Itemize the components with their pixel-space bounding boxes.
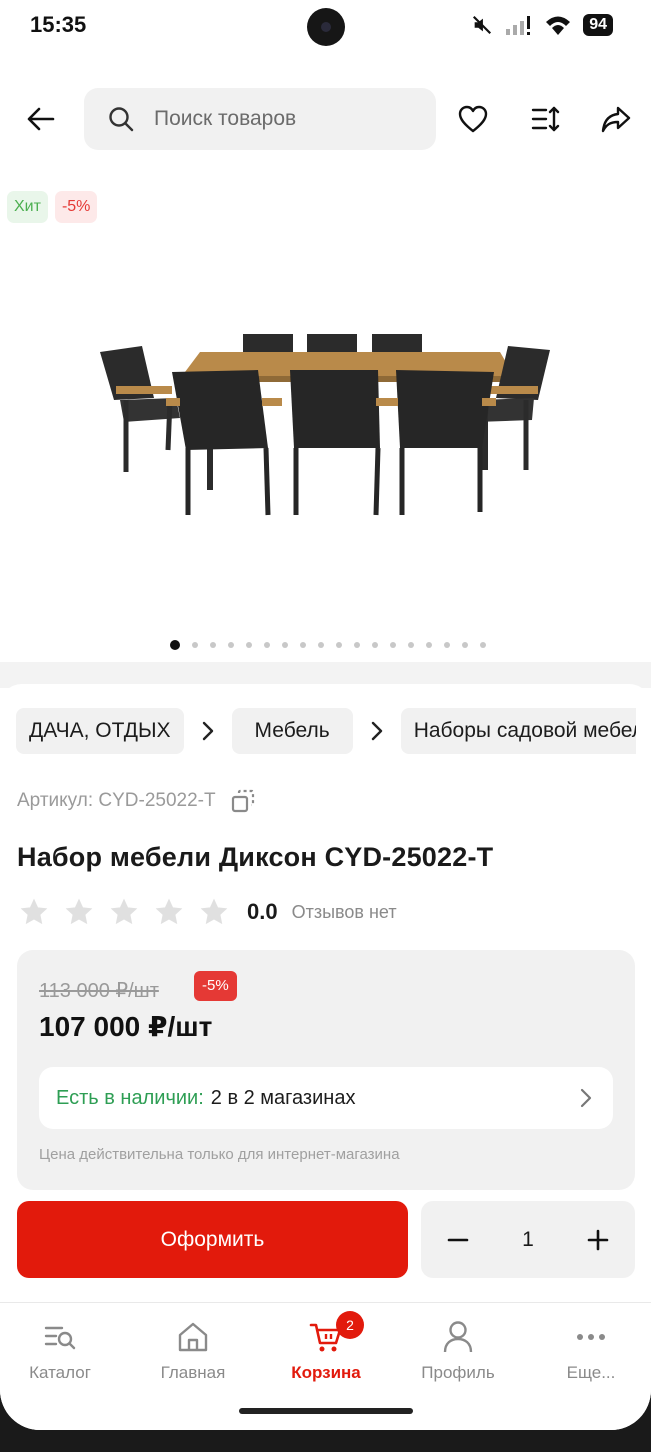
increase-button[interactable] <box>587 1229 609 1251</box>
nav-catalog-label: Каталог <box>29 1363 91 1382</box>
home-indicator <box>239 1408 413 1414</box>
share-icon <box>601 106 631 133</box>
favorite-button[interactable] <box>451 97 495 141</box>
copy-icon[interactable] <box>230 788 256 814</box>
chevron-right-icon <box>353 720 401 742</box>
stock-availability-button[interactable]: Есть в наличии: 2 в 2 магазинах <box>39 1067 613 1129</box>
screen: 15:35 94 Хит -5% <box>0 0 651 1430</box>
product-image[interactable] <box>90 300 560 540</box>
discount-badge: -5% <box>54 191 98 223</box>
star-icon <box>20 898 48 925</box>
pager-dot[interactable] <box>300 642 306 648</box>
signal-icon <box>506 16 531 35</box>
stock-label: Есть в наличии: <box>56 1086 204 1109</box>
old-price: 113 000 ₽/шт <box>39 980 159 1002</box>
rating-stars <box>17 896 231 928</box>
arrow-left-icon <box>27 107 55 131</box>
current-price: 107 000 ₽/шт <box>39 1011 213 1042</box>
quantity-stepper: 1 <box>421 1201 635 1278</box>
star-icon <box>200 898 228 925</box>
nav-cart-label: Корзина <box>291 1363 361 1382</box>
rating-row[interactable]: 0.0 Отзывов нет <box>17 893 397 931</box>
pager-dot[interactable] <box>372 642 378 648</box>
back-chairs <box>243 334 422 354</box>
top-bar <box>0 88 651 150</box>
reviews-link[interactable]: Отзывов нет <box>292 902 397 923</box>
nav-cart[interactable]: 2 Корзина <box>276 1311 376 1383</box>
pager-dot[interactable] <box>336 642 342 648</box>
pager-dot[interactable] <box>462 642 468 648</box>
nav-home-label: Главная <box>160 1363 226 1382</box>
cart-count-badge: 2 <box>336 1311 364 1339</box>
pager-dot[interactable] <box>170 640 180 650</box>
status-time: 15:35 <box>30 12 87 37</box>
nav-catalog[interactable]: Каталог <box>10 1317 110 1383</box>
product-title: Набор мебели Диксон CYD-25022-T <box>17 842 494 872</box>
nav-home[interactable]: Главная <box>143 1317 243 1383</box>
price-box: 113 000 ₽/шт -5% 107 000 ₽/шт Есть в нал… <box>17 950 635 1190</box>
star-icon <box>65 898 93 925</box>
pager-dot[interactable] <box>264 642 270 648</box>
pager-dot[interactable] <box>354 642 360 648</box>
search-bar[interactable] <box>84 88 436 150</box>
rating-value: 0.0 <box>247 899 278 924</box>
pager-dot[interactable] <box>426 642 432 648</box>
price-note: Цена действительна только для интернет-м… <box>39 1146 400 1163</box>
profile-icon <box>443 1321 473 1353</box>
pager-dot[interactable] <box>480 642 486 648</box>
quantity-value[interactable]: 1 <box>522 1228 534 1252</box>
nav-profile[interactable]: Профиль <box>408 1317 508 1383</box>
more-icon <box>577 1334 605 1340</box>
compare-button[interactable] <box>524 97 568 141</box>
pager-dot[interactable] <box>228 642 234 648</box>
home-icon <box>178 1322 208 1352</box>
pager-dot[interactable] <box>390 642 396 648</box>
stock-value: 2 в 2 магазинах <box>210 1086 356 1109</box>
minus-icon <box>447 1238 469 1241</box>
product-badges: Хит -5% <box>7 191 98 223</box>
battery-indicator: 94 <box>583 14 613 36</box>
sku-row: Артикул: CYD-25022-T <box>17 788 256 814</box>
mute-icon <box>473 15 492 35</box>
front-chairs <box>172 370 494 450</box>
checkout-button[interactable]: Оформить <box>17 1201 408 1278</box>
back-button[interactable] <box>19 97 63 141</box>
front-camera <box>307 8 345 46</box>
share-button[interactable] <box>594 97 638 141</box>
sku-text: Артикул: CYD-25022-T <box>17 790 216 811</box>
chevron-right-icon <box>580 1088 592 1108</box>
pager-dot[interactable] <box>210 642 216 648</box>
pager-dot[interactable] <box>318 642 324 648</box>
compare-icon <box>531 106 560 132</box>
search-icon <box>109 107 134 132</box>
nav-more-label: Еще... <box>566 1363 616 1382</box>
status-bar: 15:35 94 <box>0 0 651 56</box>
gallery-pager[interactable] <box>170 640 486 650</box>
hit-badge: Хит <box>7 191 48 223</box>
nav-profile-label: Профиль <box>421 1363 495 1382</box>
catalog-icon <box>44 1326 76 1350</box>
pager-dot[interactable] <box>408 642 414 648</box>
side-chair-left <box>100 346 180 472</box>
chevron-right-icon <box>184 720 232 742</box>
pager-dot[interactable] <box>282 642 288 648</box>
decrease-button[interactable] <box>447 1229 469 1251</box>
star-icon <box>110 898 138 925</box>
star-icon <box>155 898 183 925</box>
search-input[interactable] <box>154 107 414 131</box>
breadcrumb: ДАЧА, ОТДЫХ Мебель Наборы садовой мебели <box>16 708 636 754</box>
breadcrumb-item[interactable]: ДАЧА, ОТДЫХ <box>16 708 184 754</box>
nav-more[interactable]: Еще... <box>541 1317 641 1383</box>
breadcrumb-item[interactable]: Наборы садовой мебели <box>400 708 636 754</box>
pager-dot[interactable] <box>192 642 198 648</box>
pager-dot[interactable] <box>444 642 450 648</box>
pager-dot[interactable] <box>246 642 252 648</box>
breadcrumb-item[interactable]: Мебель <box>231 708 353 754</box>
heart-icon <box>458 105 488 133</box>
wifi-icon <box>546 16 571 35</box>
discount-chip: -5% <box>194 971 237 1001</box>
plus-icon <box>587 1229 609 1250</box>
status-icons: 94 <box>471 12 613 38</box>
